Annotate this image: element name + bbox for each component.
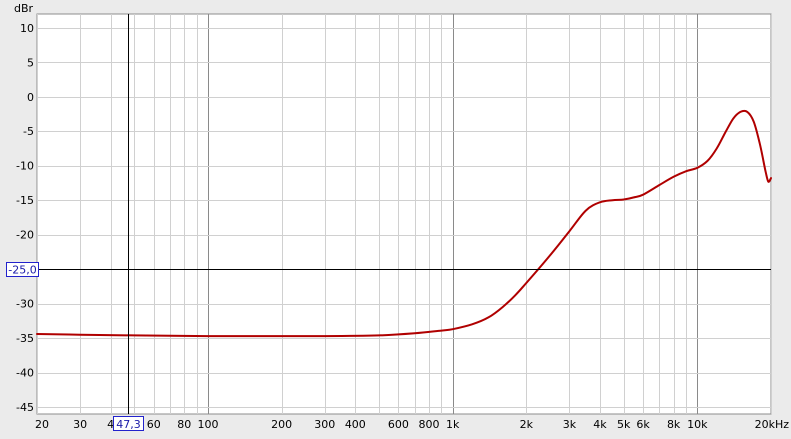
x-tick-label: 80 <box>177 418 191 431</box>
x-tick-label: 5k <box>617 418 631 431</box>
x-tick-label: 20kHz <box>755 418 790 431</box>
y-axis-unit-label: dBr <box>14 2 34 15</box>
x-tick-label: 3k <box>563 418 577 431</box>
plot-area <box>36 13 772 415</box>
y-tick-label: -35 <box>16 332 34 345</box>
y-tick-label: 0 <box>27 91 34 104</box>
x-tick-label: 60 <box>147 418 161 431</box>
y-tick-label: -20 <box>16 229 34 242</box>
x-tick-label: 4k <box>593 418 607 431</box>
x-tick-label: 200 <box>271 418 292 431</box>
x-tick-label: 400 <box>345 418 366 431</box>
x-tick-label: 300 <box>314 418 335 431</box>
x-tick-label: 100 <box>198 418 219 431</box>
x-tick-label: 30 <box>73 418 87 431</box>
y-tick-label: -40 <box>16 367 34 380</box>
x-tick-label: 8k <box>667 418 681 431</box>
x-tick-label: 1k <box>446 418 460 431</box>
x-tick-label: 2k <box>520 418 534 431</box>
cursor-y-readout: -25,0 <box>8 264 36 277</box>
x-tick-label: 600 <box>388 418 409 431</box>
x-tick-label: 6k <box>636 418 650 431</box>
frequency-response-chart: 1050-5-10-15-20-30-35-40-45 20 30 4 60 80 100… <box>0 0 791 439</box>
y-tick-label: 10 <box>20 22 34 35</box>
x-tick-label: 10k <box>687 418 708 431</box>
y-tick-label: -10 <box>16 160 34 173</box>
x-tick-label: 20 <box>35 418 49 431</box>
y-tick-label: -15 <box>16 194 34 207</box>
y-tick-label: -30 <box>16 298 34 311</box>
y-tick-label: -5 <box>23 125 34 138</box>
x-tick-label: 800 <box>418 418 439 431</box>
cursor-x-readout: 47,3 <box>116 418 141 431</box>
y-tick-label: -45 <box>16 401 34 414</box>
y-tick-label: 5 <box>27 56 34 69</box>
